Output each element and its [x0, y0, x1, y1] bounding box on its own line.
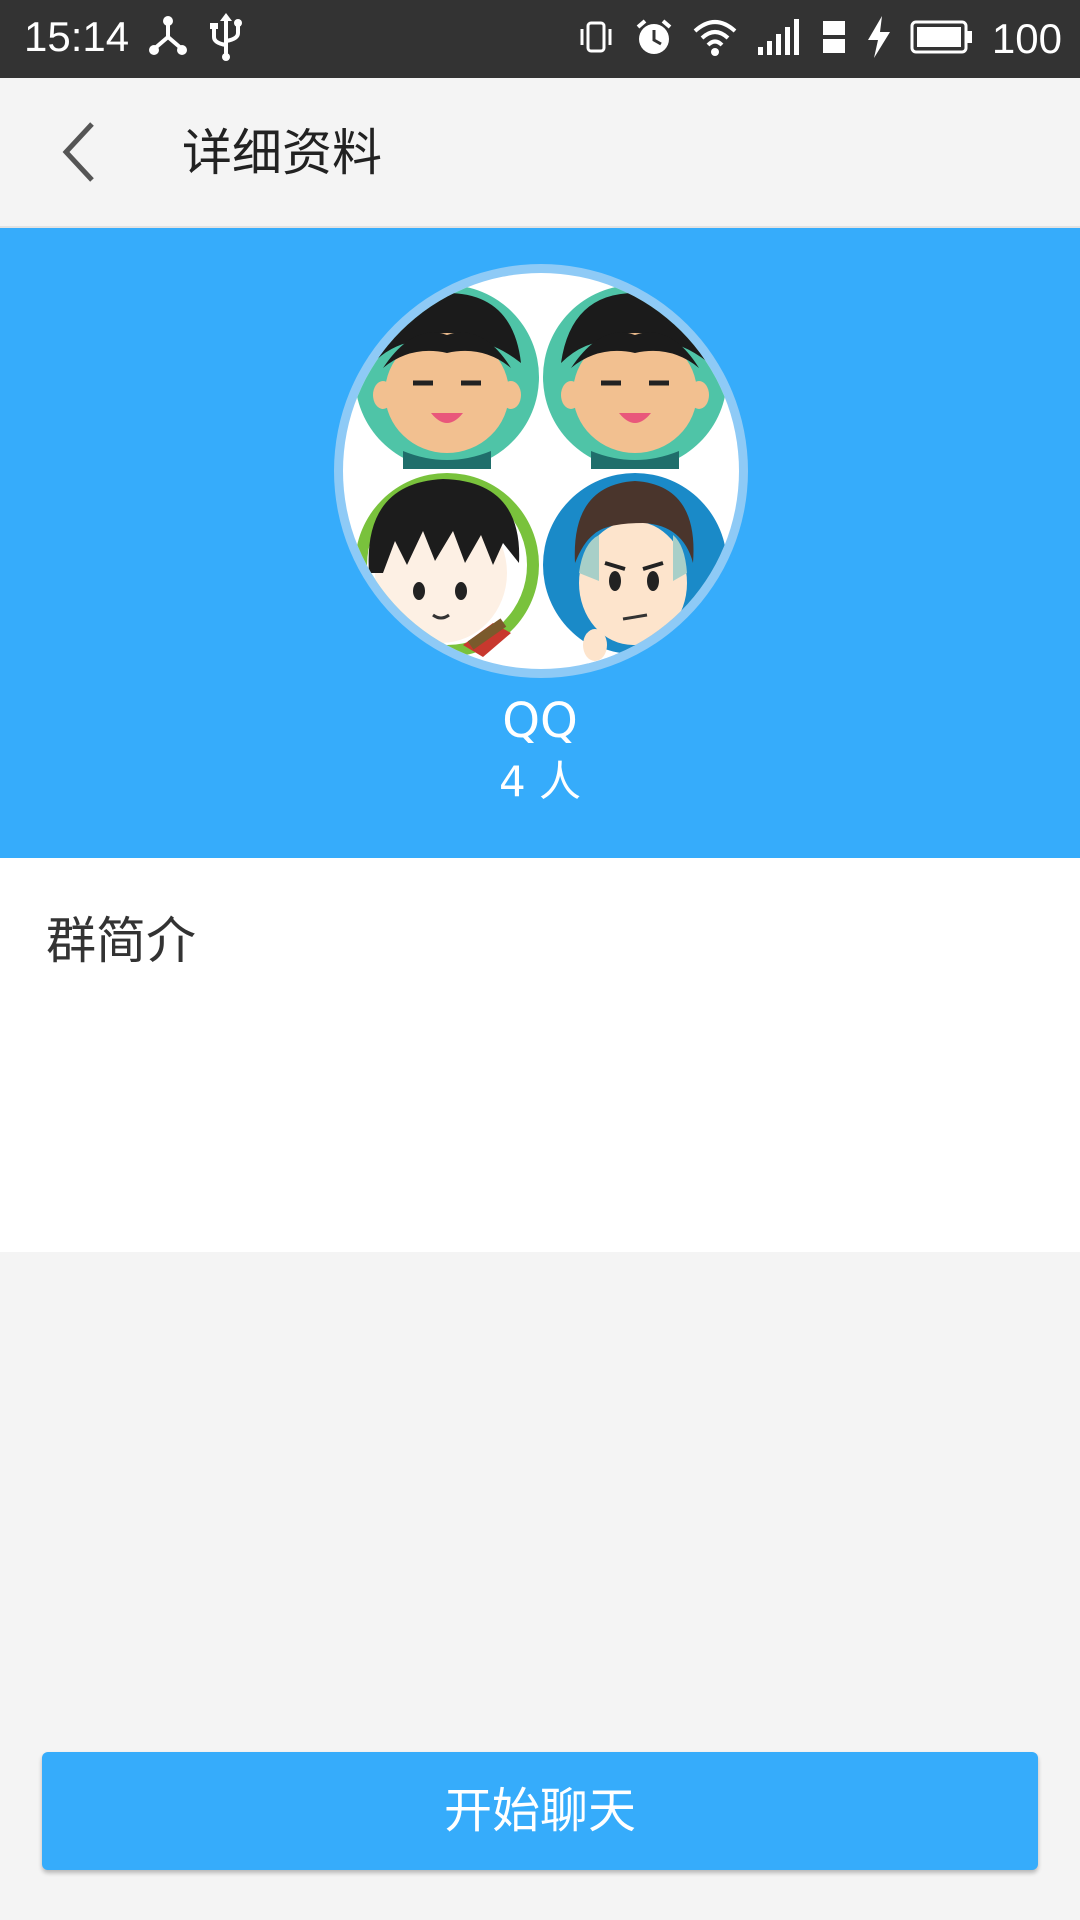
alarm-icon: [634, 17, 674, 61]
member-avatar: [355, 285, 539, 469]
group-name: QQ: [502, 693, 578, 749]
page-title: 详细资料: [182, 124, 382, 182]
member-avatar: [543, 285, 727, 469]
group-intro-title: 群简介: [46, 912, 196, 970]
usb-icon: [208, 13, 244, 65]
app-bar: 详细资料: [0, 78, 1080, 228]
member-count: 4 人: [498, 757, 582, 806]
group-header: QQ 4 人: [0, 228, 1080, 858]
status-right-icons: 100: [576, 12, 1062, 66]
group-intro-panel: 群简介: [0, 858, 1080, 1252]
wifi-icon: [692, 17, 738, 61]
share-icon: [146, 15, 190, 63]
battery-level: 100: [991, 15, 1062, 62]
status-time: 15:14: [24, 13, 130, 60]
member-avatar: [355, 473, 539, 657]
vibrate-icon: [576, 17, 616, 61]
signal-icon: [756, 17, 802, 61]
battery-icon: [910, 20, 974, 58]
status-bar: 15:14 100: [0, 0, 1080, 78]
member-avatar: [543, 473, 727, 669]
charging-icon: [866, 16, 892, 62]
status-left-icons: [146, 13, 244, 65]
4g-lte-icon: [820, 17, 848, 61]
start-chat-button[interactable]: 开始聊天: [42, 1752, 1038, 1870]
group-avatar[interactable]: [343, 273, 739, 669]
back-button[interactable]: [48, 114, 124, 190]
chevron-left-icon: [62, 122, 94, 182]
